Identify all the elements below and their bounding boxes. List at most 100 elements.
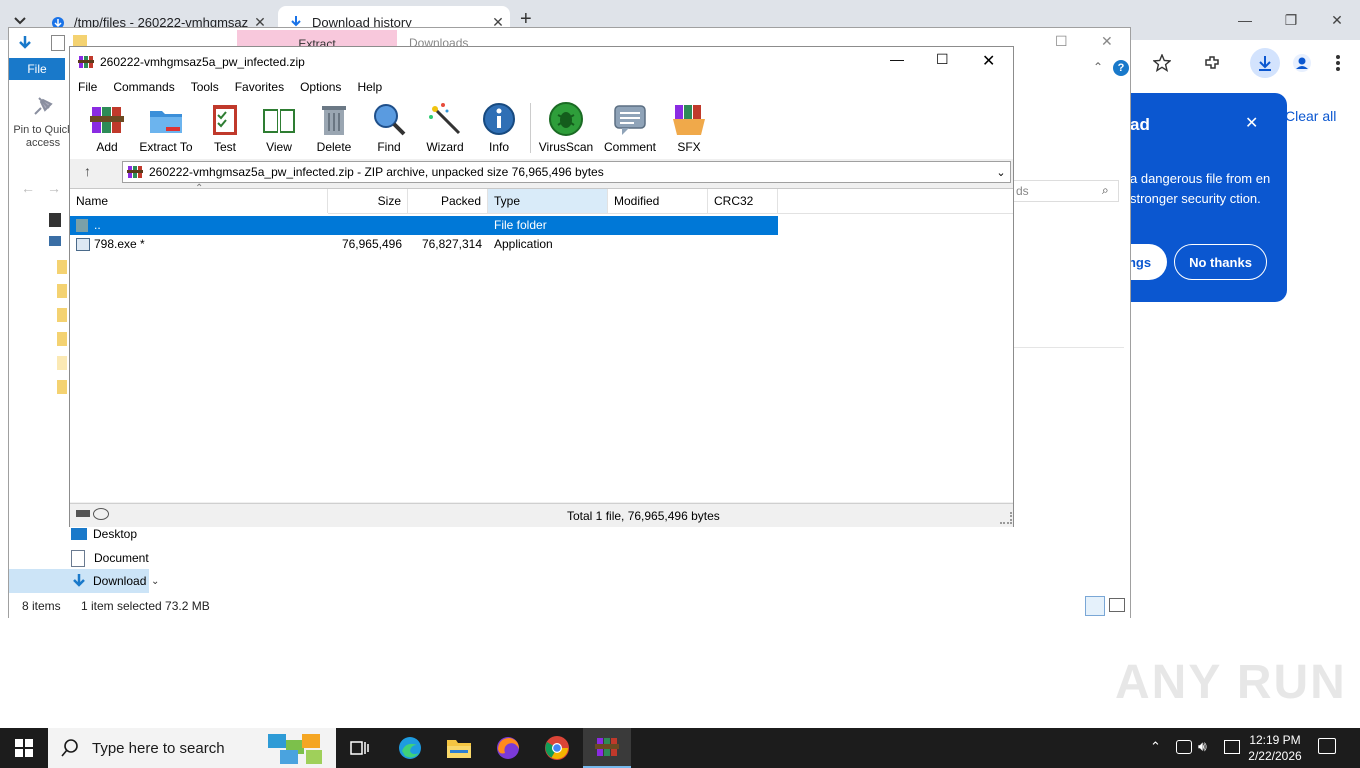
row-packed: [408, 216, 488, 235]
test-button[interactable]: Test: [195, 101, 255, 157]
list-header: Name ⌃ Size Packed Type Modified CRC32: [70, 183, 1013, 214]
key-icon: [93, 508, 109, 520]
column-size[interactable]: Size: [328, 189, 408, 213]
document-icon: [71, 549, 85, 567]
pin-label-2: access: [25, 137, 61, 149]
toolbar-label: Test: [213, 140, 236, 154]
folder-icon: [57, 332, 67, 346]
nav-label: Desktop: [93, 527, 138, 541]
tray-chevron-up-icon[interactable]: ⌃: [1150, 739, 1161, 755]
sfx-button[interactable]: SFX: [659, 101, 719, 157]
search-box[interactable]: ds ⌕: [1013, 180, 1119, 202]
info-icon: [481, 101, 517, 137]
back-arrow-icon[interactable]: ←: [21, 180, 35, 196]
downloads-toolbar-button[interactable]: [1250, 48, 1280, 78]
toolbar-label: VirusScan: [538, 140, 594, 154]
taskbar-clock[interactable]: 12:19 PM 2/22/2026: [1235, 732, 1315, 764]
details-view-icon[interactable]: [1085, 596, 1105, 616]
menu-favorites[interactable]: Favorites: [227, 80, 292, 94]
find-button[interactable]: Find: [359, 101, 419, 157]
virusscan-button[interactable]: VirusScan: [536, 101, 596, 157]
ribbon-collapse-icon[interactable]: ⌃: [1093, 60, 1103, 74]
up-folder-arrow-icon[interactable]: ↑: [84, 163, 91, 179]
column-crc32[interactable]: CRC32: [708, 189, 778, 213]
row-size: [328, 216, 408, 235]
info-button[interactable]: Info: [469, 101, 529, 157]
view-button[interactable]: View: [249, 101, 309, 157]
find-magnifier-icon: [371, 101, 407, 137]
winrar-logo-icon: [127, 166, 143, 178]
forward-arrow-icon[interactable]: →: [47, 180, 61, 196]
profile-avatar-icon[interactable]: [1287, 48, 1317, 78]
explorer-close-button[interactable]: ✕: [1101, 33, 1113, 50]
close-window-button[interactable]: ✕: [1314, 8, 1360, 32]
minimize-button[interactable]: —: [890, 51, 910, 67]
folder-icon: [57, 356, 67, 370]
menu-help[interactable]: Help: [349, 80, 390, 94]
table-row[interactable]: .. File folder: [70, 216, 778, 235]
close-icon[interactable]: ✕: [1245, 113, 1258, 133]
winrar-app[interactable]: [583, 728, 631, 768]
file-ribbon-tab[interactable]: File: [9, 58, 65, 80]
row-type: Application: [494, 237, 553, 251]
column-packed[interactable]: Packed: [408, 189, 488, 213]
row-name: 798.exe *: [94, 237, 145, 251]
column-type[interactable]: Type: [488, 189, 608, 213]
chrome-app[interactable]: [533, 728, 581, 768]
delete-button[interactable]: Delete: [304, 101, 364, 157]
menu-tools[interactable]: Tools: [183, 80, 227, 94]
volume-tray-icon[interactable]: 🔊︎: [1198, 738, 1207, 755]
menu-file[interactable]: File: [70, 80, 105, 94]
comment-button[interactable]: Comment: [600, 101, 660, 157]
download-icon: [73, 574, 85, 587]
edge-app[interactable]: [386, 728, 434, 768]
resize-grip-icon[interactable]: [1000, 512, 1012, 524]
chevron-down-icon[interactable]: ⌄: [992, 166, 1010, 179]
wizard-button[interactable]: Wizard: [415, 101, 475, 157]
bookmark-star-icon[interactable]: [1147, 48, 1177, 78]
winrar-titlebar: 260222-vmhgmsaz5a_pw_infected.zip — ☐ ✕: [70, 47, 1013, 77]
extract-to-button[interactable]: Extract To: [136, 101, 196, 157]
firefox-app[interactable]: [484, 728, 532, 768]
qat-properties-icon[interactable]: [51, 35, 65, 51]
clear-all-link[interactable]: Clear all: [1285, 108, 1336, 124]
network-tray-icon[interactable]: [1176, 740, 1192, 754]
name-column-gray: [70, 252, 327, 500]
search-placeholder: Type here to search: [92, 739, 225, 757]
explorer-maximize-button[interactable]: ☐: [1055, 33, 1068, 50]
minimize-button[interactable]: —: [1222, 8, 1268, 32]
task-view-button[interactable]: [336, 728, 384, 768]
no-thanks-button[interactable]: No thanks: [1174, 244, 1267, 280]
pin-quick-access[interactable]: Pin to Quick access: [13, 90, 73, 150]
close-button[interactable]: ✕: [982, 51, 1002, 71]
sort-caret-icon: ⌃: [195, 183, 204, 194]
start-button[interactable]: [0, 728, 48, 768]
sidebar-scroll-down-icon[interactable]: ⌄: [151, 576, 159, 587]
kebab-menu-icon[interactable]: [1323, 48, 1353, 78]
column-modified[interactable]: Modified: [608, 189, 708, 213]
add-button[interactable]: Add: [77, 101, 137, 157]
pin-icon: [34, 97, 53, 115]
maximize-button[interactable]: ☐: [936, 51, 956, 68]
nav-desktop[interactable]: Desktop: [71, 524, 137, 544]
search-highlight-image: [266, 730, 328, 766]
taskbar-search-box[interactable]: Type here to search: [48, 728, 336, 768]
extensions-puzzle-icon[interactable]: [1197, 48, 1227, 78]
nav-documents[interactable]: Document: [71, 548, 149, 568]
pin-label-1: Pin to Quick: [13, 124, 73, 136]
content-divider: [1014, 347, 1124, 348]
menu-options[interactable]: Options: [292, 80, 349, 94]
windows-logo-icon: [15, 739, 33, 757]
nav-downloads[interactable]: Download: [9, 569, 149, 593]
nav-label: Download: [93, 574, 147, 588]
toolbar-label: Add: [96, 140, 118, 154]
menu-commands[interactable]: Commands: [105, 80, 182, 94]
restore-button[interactable]: ❐: [1268, 8, 1314, 32]
ribbon-help-icon[interactable]: ?: [1113, 60, 1129, 76]
tiles-view-icon[interactable]: [1109, 598, 1125, 612]
anyrun-watermark: ANY RUN: [1115, 656, 1347, 709]
list-body-right: [328, 251, 1013, 502]
notification-icon[interactable]: [1318, 738, 1336, 754]
file-explorer-app[interactable]: [435, 728, 483, 768]
archive-path-bar[interactable]: 260222-vmhgmsaz5a_pw_infected.zip - ZIP …: [122, 161, 1011, 183]
